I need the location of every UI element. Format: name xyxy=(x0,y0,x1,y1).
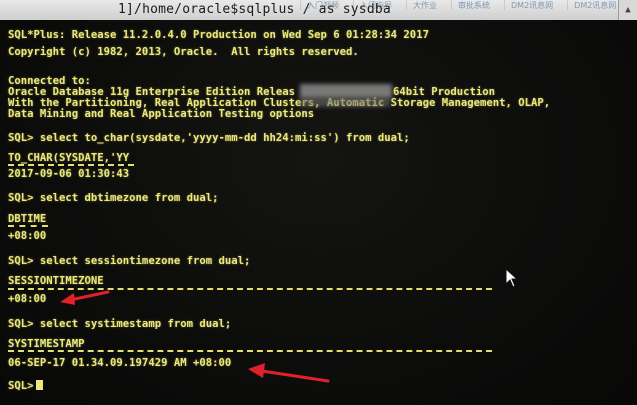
sql-prompt-query: SQL> select systimestamp from dual; xyxy=(8,318,232,330)
copyright-line: Copyright (c) 1982, 2013, Oracle. All ri… xyxy=(8,46,359,58)
scroll-up-arrow-icon[interactable]: ▲ xyxy=(618,0,637,20)
column-divider xyxy=(8,164,134,166)
sql-prompt-query: SQL> select sessiontimezone from dual; xyxy=(8,255,251,267)
sql-prompt-query: SQL> select dbtimezone from dual; xyxy=(8,192,219,204)
query-result-value: +08:00 xyxy=(8,230,47,242)
mouse-pointer-icon xyxy=(505,268,519,288)
column-divider xyxy=(8,350,492,352)
sql-prompt-label: SQL> xyxy=(8,380,34,392)
text-cursor-icon xyxy=(35,380,43,390)
sqlplus-version-line: SQL*Plus: Release 11.2.0.4.0 Production … xyxy=(8,29,429,41)
window-title: 1]/home/oracle$sqlplus / as sysdba xyxy=(118,2,391,17)
query-result-value: 2017-09-06 01:30:43 xyxy=(8,168,130,180)
sql-prompt-query: SQL> select to_char(sysdate,'yyyy-mm-dd … xyxy=(8,132,410,144)
sql-input-prompt[interactable]: SQL> xyxy=(8,380,43,392)
window-title-bar: 入门视频 入门指导 大作业 审批系统 DM2讯息网 DM2讯息网 1]/home… xyxy=(0,0,637,20)
red-arrow-icon xyxy=(60,290,110,305)
query-result-value: 06-SEP-17 01.34.09.197429 AM +08:00 xyxy=(8,357,232,369)
column-header: DBTIME xyxy=(8,213,47,225)
red-arrow-icon xyxy=(248,363,330,383)
taskbar-tab[interactable]: DM2讯息网 xyxy=(567,0,622,10)
query-result-value: +08:00 xyxy=(8,293,47,305)
column-header: SYSTIMESTAMP xyxy=(8,338,85,350)
options-line-2: Data Mining and Real Application Testing… xyxy=(8,108,315,120)
taskbar-tab[interactable]: 大作业 xyxy=(406,0,443,10)
taskbar-tab[interactable]: 审批系统 xyxy=(451,0,496,10)
column-header: TO_CHAR(SYSDATE,'YY xyxy=(8,152,130,164)
redaction-blur xyxy=(300,97,390,107)
column-header: SESSIONTIMEZONE xyxy=(8,275,104,287)
redaction-blur xyxy=(300,84,392,98)
photographed-terminal-screen: 入门视频 入门指导 大作业 审批系统 DM2讯息网 DM2讯息网 1]/home… xyxy=(0,0,637,405)
column-divider xyxy=(8,225,48,227)
taskbar-tab[interactable]: DM2讯息网 xyxy=(504,0,559,10)
